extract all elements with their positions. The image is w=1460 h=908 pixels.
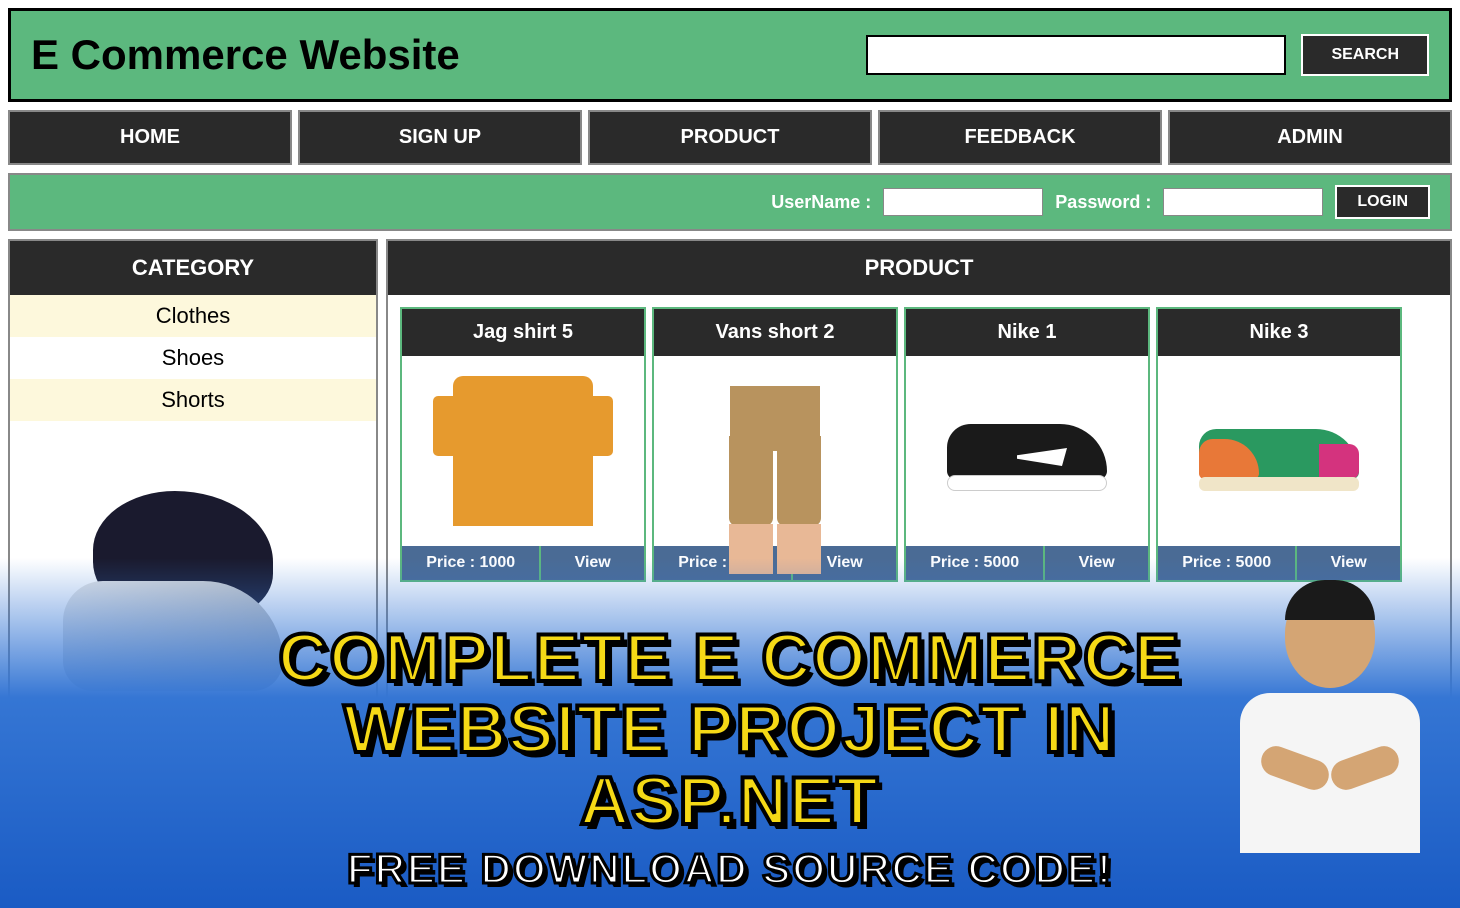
product-header: PRODUCT	[388, 241, 1450, 295]
login-button[interactable]: LOGIN	[1335, 185, 1430, 219]
nav-signup[interactable]: SIGN UP	[298, 110, 582, 165]
password-input[interactable]	[1163, 188, 1323, 216]
product-name: Nike 3	[1158, 309, 1400, 356]
site-title: E Commerce Website	[31, 31, 460, 79]
presenter-image	[1230, 588, 1430, 868]
username-label: UserName :	[771, 192, 871, 213]
product-card: Nike 3 Price : 5000 View	[1156, 307, 1402, 582]
product-name: Nike 1	[906, 309, 1148, 356]
product-card: Nike 1 Price : 5000 View	[904, 307, 1150, 582]
product-card: Vans short 2 Price : 1300 View	[652, 307, 898, 582]
product-card: Jag shirt 5 Price : 1000 View	[400, 307, 646, 582]
product-grid: Jag shirt 5 Price : 1000 View Vans short…	[388, 295, 1450, 594]
product-image	[1158, 356, 1400, 546]
search-button[interactable]: SEARCH	[1301, 34, 1429, 76]
nav-home[interactable]: HOME	[8, 110, 292, 165]
category-list: Clothes Shoes Shorts	[10, 295, 376, 421]
nav-product[interactable]: PRODUCT	[588, 110, 872, 165]
product-name: Jag shirt 5	[402, 309, 644, 356]
login-bar: UserName : Password : LOGIN	[8, 173, 1452, 231]
password-label: Password :	[1055, 192, 1151, 213]
product-image	[654, 356, 896, 546]
category-shoes[interactable]: Shoes	[10, 337, 376, 379]
promo-title-line2: WEBSITE PROJECT IN	[20, 694, 1440, 765]
main-nav: HOME SIGN UP PRODUCT FEEDBACK ADMIN	[8, 110, 1452, 165]
product-image	[906, 356, 1148, 546]
username-input[interactable]	[883, 188, 1043, 216]
promo-title-line3: ASP.NET	[20, 766, 1440, 837]
search-input[interactable]	[866, 35, 1286, 75]
search-area: SEARCH	[866, 34, 1429, 76]
nav-admin[interactable]: ADMIN	[1168, 110, 1452, 165]
product-image	[402, 356, 644, 546]
product-name: Vans short 2	[654, 309, 896, 356]
promo-subtitle: FREE DOWNLOAD SOURCE CODE!	[20, 845, 1440, 893]
nav-feedback[interactable]: FEEDBACK	[878, 110, 1162, 165]
promo-title-line1: COMPLETE E COMMERCE	[20, 623, 1440, 694]
header-bar: E Commerce Website SEARCH	[8, 8, 1452, 102]
category-header: CATEGORY	[10, 241, 376, 295]
category-clothes[interactable]: Clothes	[10, 295, 376, 337]
category-shorts[interactable]: Shorts	[10, 379, 376, 421]
